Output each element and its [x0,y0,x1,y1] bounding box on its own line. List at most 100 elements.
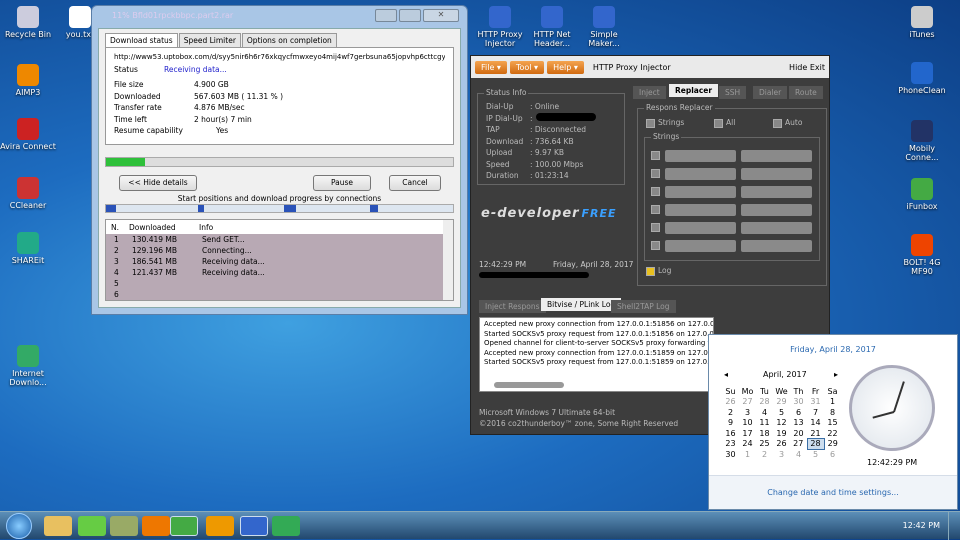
string-checkbox[interactable] [651,187,660,196]
calendar-day[interactable]: 6 [790,407,807,418]
tab-speed-limiter[interactable]: Speed Limiter [178,33,241,47]
calendar-day[interactable]: 1 [824,397,841,408]
minimize-button[interactable] [375,9,397,22]
tool-menu[interactable]: Tool ▾ [509,60,545,74]
desktop-icon[interactable]: iFunbox [894,178,950,211]
table-scrollbar[interactable] [443,220,453,300]
desktop-icon[interactable]: BOLT! 4G MF90 [894,234,950,276]
app-taskbar-icon[interactable] [110,516,138,536]
col-info[interactable]: Info [199,223,213,232]
explorer-taskbar-icon[interactable] [44,516,72,536]
calendar-day[interactable]: 22 [824,428,841,439]
change-date-time-link[interactable]: Change date and time settings... [709,488,957,497]
string-replace-field[interactable] [741,168,812,180]
pause-button[interactable]: Pause [313,175,371,191]
calendar-day[interactable]: 20 [790,428,807,439]
start-button[interactable] [6,513,32,539]
calendar-day[interactable]: 28 [756,397,773,408]
prev-month-icon[interactable]: ◂ [724,370,728,379]
tab-ssh[interactable]: SSH [719,86,747,99]
calendar-day[interactable]: 27 [739,397,756,408]
tab-options-on-completion[interactable]: Options on completion [241,33,337,47]
calendar-day[interactable]: 24 [739,439,756,450]
string-checkbox[interactable] [651,223,660,232]
tab-route[interactable]: Route [789,86,823,99]
calendar-day[interactable]: 9 [722,418,739,429]
cancel-button[interactable]: Cancel [389,175,441,191]
table-row[interactable]: 3 186.541 MB Receiving data... [106,256,453,267]
tab-inject-respons[interactable]: Inject Respons [479,300,546,313]
string-replace-field[interactable] [741,150,812,162]
calendar-day[interactable]: 2 [756,449,773,460]
calendar-day[interactable]: 30 [790,397,807,408]
string-find-field[interactable] [665,186,736,198]
col-downloaded[interactable]: Downloaded [129,223,199,232]
log-scrollbar[interactable] [494,382,564,388]
string-replace-field[interactable] [741,240,812,252]
string-find-field[interactable] [665,168,736,180]
calendar-day[interactable]: 11 [756,418,773,429]
calendar-day[interactable]: 13 [790,418,807,429]
desktop-icon[interactable]: Simple Maker... [576,6,632,48]
idm-taskbar-icon[interactable] [78,516,106,536]
table-row[interactable]: 5 [106,278,453,289]
calendar-day[interactable]: 16 [722,428,739,439]
calendar-day[interactable]: 18 [756,428,773,439]
calendar-day[interactable]: 26 [773,439,790,450]
string-find-field[interactable] [665,204,736,216]
string-checkbox[interactable] [651,241,660,250]
taskbar-clock[interactable]: 12:42 PM [903,521,940,530]
calendar-day[interactable]: 30 [722,449,739,460]
aimp-taskbar-icon[interactable] [206,516,234,536]
strings-checkbox[interactable] [646,119,655,128]
calendar-day[interactable]: 21 [807,428,824,439]
calendar-day[interactable]: 8 [824,407,841,418]
calendar-day[interactable]: 15 [824,418,841,429]
string-replace-field[interactable] [741,222,812,234]
tab-bitvise-log[interactable]: Bitvise / PLink Log [541,298,622,311]
string-find-field[interactable] [665,150,736,162]
string-checkbox[interactable] [651,169,660,178]
calendar-day[interactable]: 1 [739,449,756,460]
string-find-field[interactable] [665,222,736,234]
desktop-icon[interactable]: HTTP Proxy Injector [472,6,528,48]
desktop-icon[interactable]: SHAREit [0,232,56,265]
string-find-field[interactable] [665,240,736,252]
calendar-day[interactable]: 29 [773,397,790,408]
desktop-icon[interactable]: Avira Connect [0,118,56,151]
calendar-day[interactable]: 17 [739,428,756,439]
tab-inject[interactable]: Inject [633,86,666,99]
calendar-day[interactable]: 5 [807,449,824,460]
all-checkbox[interactable] [714,119,723,128]
hide-details-button[interactable]: << Hide details [119,175,197,191]
calendar-day[interactable]: 2 [722,407,739,418]
calendar-day[interactable]: 14 [807,418,824,429]
desktop-icon[interactable]: iTunes [894,6,950,39]
calendar-day[interactable]: 31 [807,397,824,408]
desktop-icon[interactable]: HTTP Net Header... [524,6,580,48]
calendar-day[interactable]: 28 [806,438,825,450]
log-checkbox[interactable] [646,267,655,276]
table-row[interactable]: 6 [106,289,453,300]
show-desktop-button[interactable] [948,512,960,540]
close-button[interactable]: ✕ [423,9,459,22]
string-replace-field[interactable] [741,204,812,216]
calendar-day[interactable]: 27 [790,439,807,450]
next-month-icon[interactable]: ▸ [834,370,838,379]
tab-download-status[interactable]: Download status [105,33,178,47]
internet-taskbar-icon[interactable] [272,516,300,536]
file-menu[interactable]: File ▾ [475,60,507,74]
table-row[interactable]: 4 121.437 MB Receiving data... [106,267,453,278]
calendar-day[interactable]: 10 [739,418,756,429]
calendar-day[interactable]: 5 [773,407,790,418]
calendar-day[interactable]: 3 [739,407,756,418]
string-checkbox[interactable] [651,205,660,214]
col-number[interactable]: N. [111,223,129,232]
calendar-day[interactable]: 3 [773,449,790,460]
calendar-day[interactable]: 7 [807,407,824,418]
calendar-day[interactable]: 4 [790,449,807,460]
tab-dialer[interactable]: Dialer [753,86,788,99]
chrome-taskbar-icon[interactable] [170,516,198,536]
calendar-day[interactable]: 23 [722,439,739,450]
table-row[interactable]: 2 129.196 MB Connecting... [106,245,453,256]
